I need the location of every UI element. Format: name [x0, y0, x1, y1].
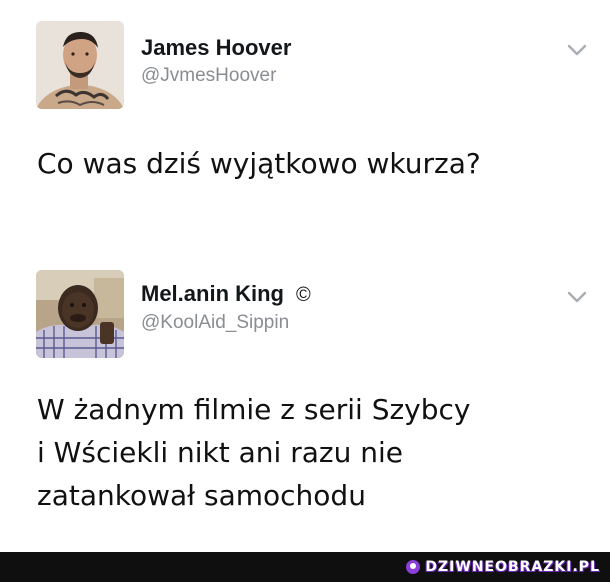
avatar[interactable] [36, 270, 124, 358]
display-name[interactable]: Mel.anin King © [141, 281, 311, 307]
copyright-icon: © [296, 284, 311, 306]
watermark-text: DZIWNEOBRAZKI.PL [425, 559, 600, 575]
user-handle[interactable]: @JvmesHoover [141, 65, 276, 87]
tweet-card[interactable]: Mel.anin King © @KoolAid_Sippin W żadnym … [0, 250, 610, 552]
display-name-text: Mel.anin King [141, 281, 284, 306]
tweet-text: W żadnym filmie z serii Szybcy i Wściekl… [37, 393, 471, 512]
tweet-text: Co was dziś wyjątkowo wkurza? [37, 147, 481, 180]
avatar-photo-icon [36, 21, 124, 109]
chevron-down-icon[interactable] [566, 290, 588, 304]
site-logo-icon [406, 560, 421, 574]
watermark: DZIWNEOBRAZKI.PL [406, 557, 600, 577]
display-name[interactable]: James Hoover [141, 35, 291, 61]
user-handle[interactable]: @KoolAid_Sippin [141, 312, 289, 334]
avatar[interactable] [36, 21, 124, 109]
watermark-bar: DZIWNEOBRAZKI.PL [0, 552, 610, 582]
tweet-card[interactable]: James Hoover @JvmesHoover Co was dziś wy… [0, 0, 610, 250]
chevron-down-icon[interactable] [566, 43, 588, 57]
avatar-photo-icon [36, 270, 124, 358]
